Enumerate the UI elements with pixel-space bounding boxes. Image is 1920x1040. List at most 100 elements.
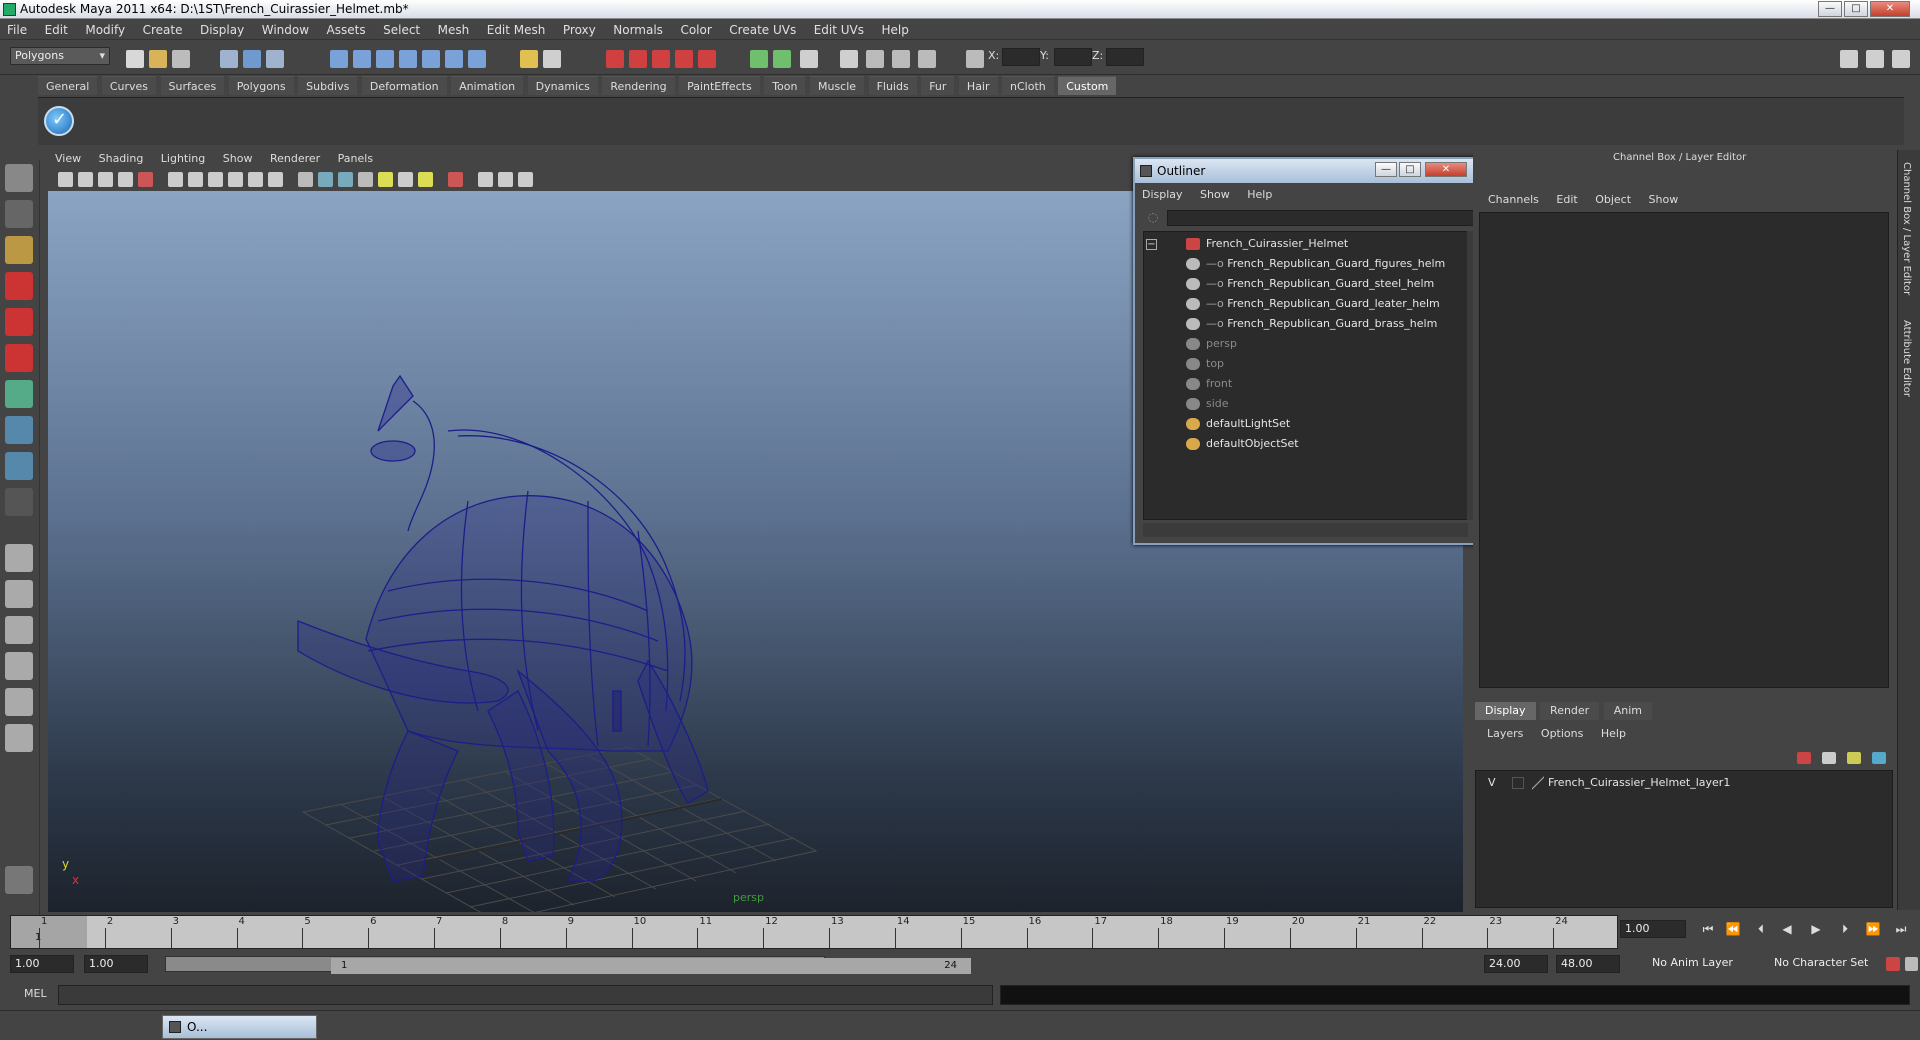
step-forward-frame-icon[interactable]: ⏵ [1834,921,1856,937]
tool-settings-toggle-icon[interactable] [773,50,791,68]
tree-item[interactable]: —o French_Republican_Guard_brass_helm [1186,314,1437,334]
outliner-graph-layout-icon[interactable] [5,724,33,752]
shelf-tab-polygons[interactable]: Polygons [228,76,294,95]
step-back-key-icon[interactable]: ⏪ [1722,921,1744,937]
render-settings-icon[interactable] [652,50,670,68]
rotate-tool-icon[interactable] [5,308,33,336]
mel-label[interactable]: MEL [24,987,47,1000]
channel-menu-channels[interactable]: Channels [1481,192,1546,208]
panel-menu-lighting[interactable]: Lighting [154,150,212,168]
paint-select-tool-icon[interactable] [5,236,33,264]
shelf-tab-deformation[interactable]: Deformation [361,76,447,95]
tree-item[interactable]: side [1186,394,1229,414]
range-slider-handle[interactable]: 1 24 [331,958,971,974]
shelf-tab-rendering[interactable]: Rendering [602,76,675,95]
outliner-toggle-icon[interactable] [840,50,858,68]
camera-attributes-icon[interactable] [78,172,93,187]
play-forwards-icon[interactable]: ▶ [1805,921,1827,937]
menu-create-uvs[interactable]: Create UVs [722,20,803,40]
layer-tab-display[interactable]: Display [1475,702,1536,720]
shelf-tab-muscle[interactable]: Muscle [809,76,865,95]
go-to-end-icon[interactable]: ⏭ [1890,921,1912,937]
isolate-select-icon[interactable] [448,172,463,187]
channelbox-toggle-icon[interactable] [800,50,818,68]
shelf-tab-ncloth[interactable]: nCloth [1002,76,1054,95]
persp-graph-layout-icon[interactable] [5,652,33,680]
maximize-button[interactable]: □ [1844,1,1868,17]
layer-menu-help[interactable]: Help [1594,726,1633,742]
menu-help[interactable]: Help [875,20,916,40]
panel-menu-shading[interactable]: Shading [92,150,151,168]
menu-edit[interactable]: Edit [38,20,75,40]
tree-item[interactable]: —o French_Republican_Guard_figures_helm [1186,254,1445,274]
snap-point-icon[interactable] [376,50,394,68]
hypershade-icon[interactable] [675,50,693,68]
close-button[interactable]: ✕ [1870,1,1910,17]
snap-curve-icon[interactable] [353,50,371,68]
outliner-menu-display[interactable]: Display [1135,186,1190,204]
current-frame-marker[interactable]: 1 [11,916,87,948]
outliner-menu-show[interactable]: Show [1193,186,1237,204]
save-scene-icon[interactable] [172,50,190,68]
layout-single-icon[interactable] [1840,50,1858,68]
layer-menu-layers[interactable]: Layers [1480,726,1530,742]
outliner-horizontal-scrollbar[interactable] [1143,523,1468,537]
layer-color-swatch-icon[interactable] [1532,776,1544,790]
shelf-tab-subdivs[interactable]: Subdivs [298,76,358,95]
field-chart-icon[interactable] [228,172,243,187]
collapse-toggle-icon[interactable]: − [1146,239,1157,250]
step-forward-key-icon[interactable]: ⏩ [1862,921,1884,937]
outliner-titlebar[interactable]: Outliner — □ ✕ [1135,159,1482,183]
open-scene-icon[interactable] [149,50,167,68]
select-component-icon[interactable] [266,50,284,68]
current-time-field[interactable]: 1.00 [1620,920,1686,938]
select-hierarchy-icon[interactable] [220,50,238,68]
outliner-maximize-button[interactable]: □ [1399,162,1421,177]
outliner-close-button[interactable]: ✕ [1425,162,1467,177]
preferences-icon[interactable] [1905,957,1918,971]
camera-select-icon[interactable] [58,172,73,187]
scale-tool-icon[interactable] [5,344,33,372]
outliner-filter-input[interactable] [1167,210,1475,226]
hypergraph-icon[interactable] [892,50,910,68]
channel-box-side-tab[interactable]: Channel Box / Layer Editor [1901,162,1912,295]
time-slider[interactable]: 1 12345678910111213141516171819202122232… [10,915,1618,949]
safe-action-icon[interactable] [248,172,263,187]
menu-normals[interactable]: Normals [606,20,670,40]
render-view-icon[interactable] [698,50,716,68]
render-current-icon[interactable] [606,50,624,68]
shelf-tab-hair[interactable]: Hair [958,76,998,95]
last-tool-icon[interactable] [5,488,33,516]
new-layer-selected-icon[interactable] [1822,752,1836,764]
menu-mesh[interactable]: Mesh [431,20,477,40]
xray-joints-icon[interactable] [498,172,513,187]
snap-grid-icon[interactable] [330,50,348,68]
menu-assets[interactable]: Assets [320,20,373,40]
panel-menu-panels[interactable]: Panels [331,150,380,168]
transform-field-icon[interactable] [966,50,984,68]
character-set-dropdown[interactable]: No Character Set [1770,955,1880,973]
shelf-tab-animation[interactable]: Animation [451,76,524,95]
x-field[interactable] [1002,48,1040,66]
range-end-field[interactable]: 24.00 [1484,955,1548,973]
use-lights-icon[interactable] [378,172,393,187]
input-lock-icon[interactable] [520,50,538,68]
show-manipulator-icon[interactable] [5,452,33,480]
shelf-tab-painteffects[interactable]: PaintEffects [679,76,760,95]
shelf-tab-curves[interactable]: Curves [101,76,157,95]
mel-input[interactable] [58,985,993,1005]
layer-tab-render[interactable]: Render [1540,702,1600,720]
menu-file[interactable]: File [0,20,34,40]
help-icon[interactable] [468,50,486,68]
menu-edit-uvs[interactable]: Edit UVs [807,20,871,40]
safe-title-icon[interactable] [268,172,283,187]
menu-proxy[interactable]: Proxy [556,20,603,40]
z-field[interactable] [1106,48,1144,66]
shelf-tab-fluids[interactable]: Fluids [868,76,917,95]
history-icon[interactable] [445,50,463,68]
menu-create[interactable]: Create [136,20,190,40]
high-quality-icon[interactable] [418,172,433,187]
bookmark-icon[interactable] [98,172,113,187]
graph-editor-icon[interactable] [866,50,884,68]
end-time-field[interactable]: 48.00 [1556,955,1620,973]
